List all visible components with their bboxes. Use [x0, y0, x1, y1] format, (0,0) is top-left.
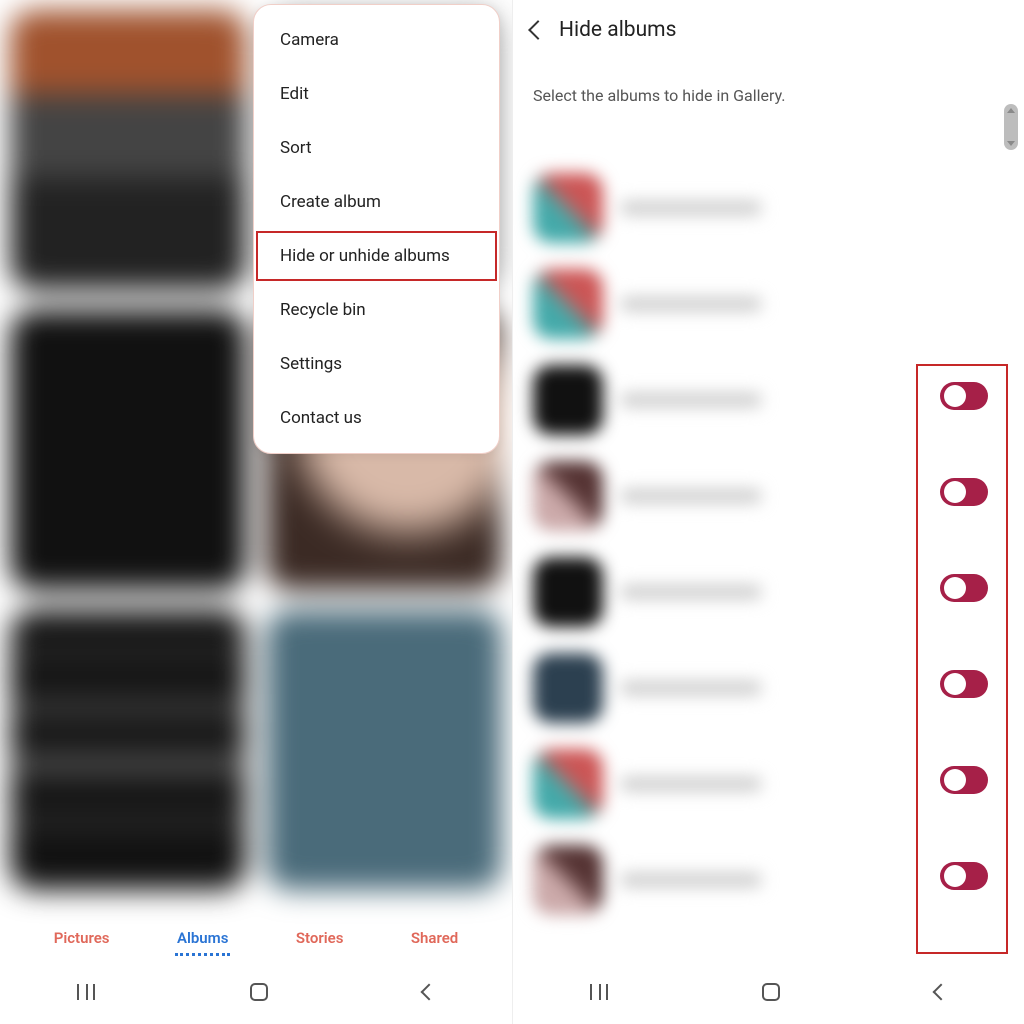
album-thumbnail[interactable]: [266, 610, 502, 890]
hide-toggle[interactable]: [940, 670, 988, 698]
tab-pictures[interactable]: Pictures: [52, 923, 112, 956]
bottom-tabs: Pictures Albums Stories Shared: [0, 923, 512, 956]
toggle-column: [918, 362, 1010, 910]
tab-albums[interactable]: Albums: [175, 923, 230, 956]
header: Hide albums: [513, 0, 1024, 60]
album-thumbnail[interactable]: [10, 610, 246, 890]
hide-toggle[interactable]: [940, 862, 988, 890]
nav-home-icon[interactable]: [250, 983, 268, 1001]
hide-toggle[interactable]: [940, 382, 988, 410]
gallery-albums-pane: Camera Edit Sort Create album Hide or un…: [0, 0, 512, 1024]
album-thumbnail[interactable]: [10, 310, 246, 590]
menu-edit[interactable]: Edit: [254, 67, 499, 121]
menu-create-album[interactable]: Create album: [254, 175, 499, 229]
page-description: Select the albums to hide in Gallery.: [513, 60, 1024, 115]
system-navbar: [0, 960, 512, 1024]
album-thumbnail[interactable]: [10, 10, 246, 290]
overflow-menu: Camera Edit Sort Create album Hide or un…: [253, 4, 500, 454]
back-chevron-icon[interactable]: [528, 20, 548, 40]
page-title: Hide albums: [559, 18, 676, 42]
hide-albums-pane: Hide albums Select the albums to hide in…: [512, 0, 1024, 1024]
menu-camera[interactable]: Camera: [254, 13, 499, 67]
nav-back-icon[interactable]: [932, 984, 949, 1001]
scroll-indicator[interactable]: [1004, 104, 1018, 150]
menu-recycle-bin[interactable]: Recycle bin: [254, 283, 499, 337]
nav-home-icon[interactable]: [762, 983, 780, 1001]
tab-stories[interactable]: Stories: [294, 923, 346, 956]
hide-toggle[interactable]: [940, 766, 988, 794]
nav-back-icon[interactable]: [420, 984, 437, 1001]
album-row[interactable]: [533, 256, 1004, 352]
hide-toggle[interactable]: [940, 478, 988, 506]
menu-contact-us[interactable]: Contact us: [254, 391, 499, 445]
nav-recent-icon[interactable]: [77, 984, 95, 1000]
hide-toggle[interactable]: [940, 574, 988, 602]
menu-hide-unhide[interactable]: Hide or unhide albums: [254, 229, 499, 283]
album-row[interactable]: [533, 160, 1004, 256]
menu-settings[interactable]: Settings: [254, 337, 499, 391]
system-navbar: [513, 960, 1024, 1024]
menu-sort[interactable]: Sort: [254, 121, 499, 175]
nav-recent-icon[interactable]: [590, 984, 608, 1000]
tab-shared[interactable]: Shared: [409, 923, 460, 956]
